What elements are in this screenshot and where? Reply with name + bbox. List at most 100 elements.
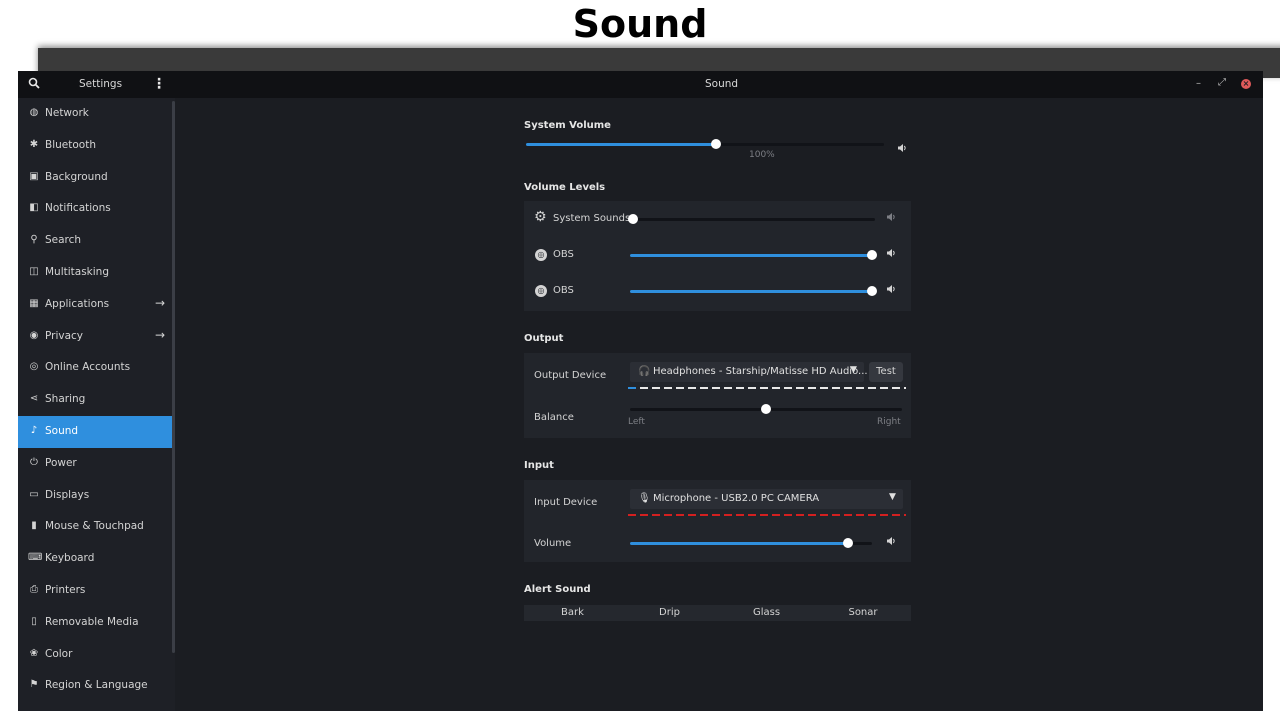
multitasking-icon: ◫ bbox=[29, 266, 39, 277]
sidebar-item-removable-media[interactable]: ▯ Removable Media bbox=[18, 607, 175, 639]
close-button[interactable]: × bbox=[1241, 79, 1251, 89]
obs-slider[interactable] bbox=[630, 286, 877, 296]
region-icon: ⚑ bbox=[29, 679, 39, 690]
sidebar-item-mouse-touchpad[interactable]: ▮ Mouse & Touchpad bbox=[18, 511, 175, 543]
obs-icon: ◎ bbox=[535, 249, 547, 261]
sidebar-item-notifications[interactable]: ◧ Notifications bbox=[18, 193, 175, 225]
output-level-meter bbox=[628, 387, 906, 389]
input-device-value: Microphone - USB2.0 PC CAMERA bbox=[653, 493, 820, 504]
applications-icon: ▦ bbox=[29, 298, 39, 309]
obs-slider[interactable] bbox=[630, 250, 877, 260]
keyboard-icon: ⌨ bbox=[28, 552, 43, 563]
privacy-icon: ◉ bbox=[29, 330, 39, 341]
speaker-icon[interactable] bbox=[886, 212, 896, 225]
sidebar-item-label: Power bbox=[45, 457, 77, 469]
sidebar-item-label: Privacy bbox=[45, 330, 84, 342]
system-volume-title: System Volume bbox=[524, 120, 611, 131]
minimize-button[interactable]: – bbox=[1196, 78, 1201, 89]
sidebar-item-keyboard[interactable]: ⌨ Keyboard bbox=[18, 543, 175, 575]
alert-sound-title: Alert Sound bbox=[524, 584, 591, 595]
sidebar-item-label: Mouse & Touchpad bbox=[45, 520, 144, 532]
headphones-icon: 🎧 bbox=[638, 366, 651, 377]
system-sounds-slider[interactable] bbox=[628, 214, 875, 224]
speaker-icon[interactable] bbox=[886, 284, 896, 297]
sidebar-item-label: Sharing bbox=[45, 393, 86, 405]
sidebar-item-label: Network bbox=[45, 107, 89, 119]
sidebar-item-printers[interactable]: ⎙ Printers bbox=[18, 575, 175, 607]
input-volume-label: Volume bbox=[534, 538, 572, 549]
output-device-label: Output Device bbox=[534, 370, 607, 381]
background-icon: ▣ bbox=[29, 171, 39, 182]
sidebar-item-label: Bluetooth bbox=[45, 139, 96, 151]
notifications-icon: ◧ bbox=[29, 202, 39, 213]
sidebar-item-multitasking[interactable]: ◫ Multitasking bbox=[18, 257, 175, 289]
input-device-dropdown[interactable]: 🎙 Microphone - USB2.0 PC CAMERA ▼ bbox=[630, 489, 903, 509]
output-device-dropdown[interactable]: 🎧 Headphones - Starship/Matisse HD Audio… bbox=[630, 362, 868, 382]
input-device-label: Input Device bbox=[534, 497, 598, 508]
test-button[interactable]: Test bbox=[869, 362, 903, 382]
sidebar-item-bluetooth[interactable]: ✱ Bluetooth bbox=[18, 130, 175, 162]
displays-icon: ▭ bbox=[29, 489, 39, 500]
sidebar-item-online-accounts[interactable]: ◎ Online Accounts bbox=[18, 352, 175, 384]
alert-option-bark[interactable]: Bark bbox=[524, 605, 621, 621]
sidebar-title: Settings bbox=[79, 78, 123, 90]
sidebar-item-label: Sound bbox=[45, 425, 79, 437]
balance-slider[interactable] bbox=[630, 404, 902, 414]
alert-sound-selector: Bark Drip Glass Sonar bbox=[524, 605, 911, 621]
sidebar-item-power[interactable]: ⏻ Power bbox=[18, 448, 175, 480]
balance-right-label: Right bbox=[877, 417, 901, 427]
system-volume-knob[interactable] bbox=[710, 139, 721, 149]
color-icon: ❀ bbox=[29, 648, 39, 659]
volume-levels-panel: ⚙ System Sounds ◎ OBS ◎ OBS bbox=[524, 201, 911, 311]
kebab-menu-icon[interactable]: ⋮ bbox=[152, 76, 166, 92]
output-panel: Output Device 🎧 Headphones - Starship/Ma… bbox=[524, 353, 911, 438]
search-icon[interactable] bbox=[28, 77, 44, 93]
sidebar-item-region-language[interactable]: ⚑ Region & Language bbox=[18, 670, 175, 702]
balance-label: Balance bbox=[534, 412, 574, 423]
sidebar-item-label: Online Accounts bbox=[45, 361, 131, 373]
input-title: Input bbox=[524, 460, 554, 471]
sidebar-item-label: Background bbox=[45, 171, 108, 183]
slider-knob[interactable] bbox=[867, 286, 877, 296]
input-volume-slider[interactable] bbox=[630, 538, 872, 548]
slider-knob[interactable] bbox=[628, 214, 638, 224]
sidebar-item-network[interactable]: ◍ Network bbox=[18, 98, 175, 130]
input-level-meter bbox=[628, 514, 906, 516]
system-volume-tick-label: 100% bbox=[749, 150, 775, 160]
output-title: Output bbox=[524, 333, 564, 344]
alert-option-drip[interactable]: Drip bbox=[621, 605, 718, 621]
sidebar-item-label: Displays bbox=[45, 489, 90, 501]
removable-media-icon: ▯ bbox=[31, 616, 37, 627]
printer-icon: ⎙ bbox=[30, 584, 38, 595]
sidebar-item-applications[interactable]: ▦ Applications → bbox=[18, 289, 175, 321]
sidebar-item-color[interactable]: ❀ Color bbox=[18, 639, 175, 671]
sidebar-item-sharing[interactable]: ⋖ Sharing bbox=[18, 384, 175, 416]
balance-knob[interactable] bbox=[761, 404, 771, 414]
sidebar-item-privacy[interactable]: ◉ Privacy → bbox=[18, 321, 175, 353]
sidebar-item-label: Notifications bbox=[45, 202, 111, 214]
chevron-down-icon: ▼ bbox=[850, 365, 857, 375]
speaker-icon[interactable] bbox=[886, 248, 896, 261]
sidebar-item-label: Multitasking bbox=[45, 266, 110, 278]
system-volume-slider[interactable] bbox=[526, 139, 884, 149]
input-panel: Input Device 🎙 Microphone - USB2.0 PC CA… bbox=[524, 480, 911, 562]
alert-option-sonar[interactable]: Sonar bbox=[815, 605, 911, 621]
microphone-icon: 🎙 bbox=[638, 493, 651, 504]
speaker-icon[interactable] bbox=[886, 536, 896, 549]
arrow-right-icon: → bbox=[155, 296, 166, 310]
sidebar-item-sound[interactable]: ♪ Sound bbox=[18, 416, 175, 448]
input-volume-knob[interactable] bbox=[842, 538, 853, 548]
sidebar-item-search[interactable]: ⚲ Search bbox=[18, 225, 175, 257]
page-title: Sound bbox=[572, 2, 708, 46]
speaker-icon[interactable] bbox=[897, 143, 907, 156]
sidebar-item-label: Keyboard bbox=[45, 552, 95, 564]
sidebar-item-label: Region & Language bbox=[45, 679, 148, 691]
sidebar-item-displays[interactable]: ▭ Displays bbox=[18, 480, 175, 512]
slider-knob[interactable] bbox=[867, 250, 877, 260]
alert-option-glass[interactable]: Glass bbox=[718, 605, 815, 621]
sidebar-item-label: Printers bbox=[45, 584, 86, 596]
sidebar-item-label: Color bbox=[45, 648, 73, 660]
sidebar-item-background[interactable]: ▣ Background bbox=[18, 162, 175, 194]
volume-levels-title: Volume Levels bbox=[524, 182, 606, 193]
maximize-button[interactable]: ⤢ bbox=[1218, 77, 1226, 88]
